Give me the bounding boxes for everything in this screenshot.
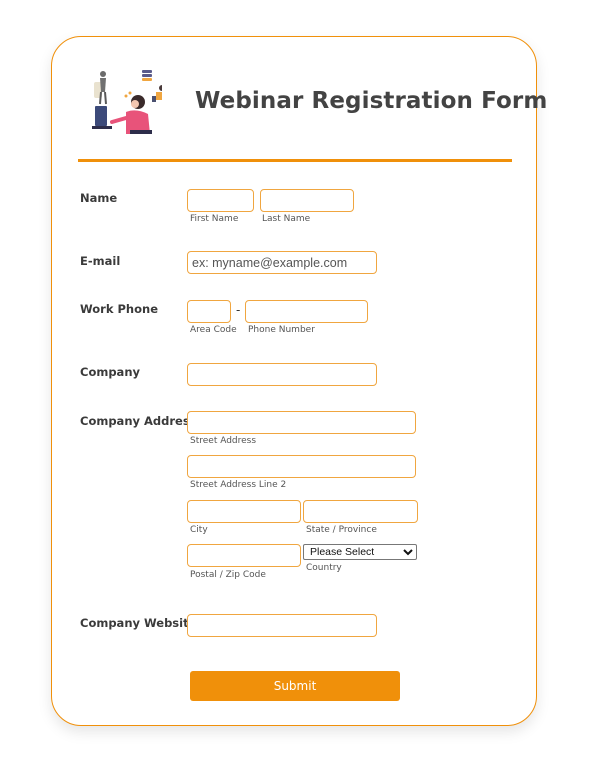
phone-number-sublabel: Phone Number [248,325,315,335]
email-label: E-mail [80,254,121,268]
phone-number-input[interactable] [245,300,368,323]
name-label: Name [80,191,118,205]
street-address-line2-sublabel: Street Address Line 2 [190,480,287,490]
last-name-input[interactable] [260,189,354,212]
city-sublabel: City [190,525,208,535]
postal-code-input[interactable] [187,544,301,567]
last-name-sublabel: Last Name [262,214,311,224]
company-address-label: Company Address [80,414,197,428]
first-name-sublabel: First Name [190,214,239,224]
first-name-input[interactable] [187,189,254,212]
postal-code-sublabel: Postal / Zip Code [190,570,266,580]
state-province-input[interactable] [303,500,418,523]
header-divider [78,159,512,162]
form-title: Webinar Registration Form [195,88,548,114]
company-website-label: Company Website [80,616,197,630]
street-address-sublabel: Street Address [190,436,257,446]
city-input[interactable] [187,500,301,523]
company-website-input[interactable] [187,614,377,637]
state-province-sublabel: State / Province [306,525,377,535]
area-code-sublabel: Area Code [190,325,237,335]
country-sublabel: Country [306,563,342,573]
area-code-input[interactable] [187,300,231,323]
street-address-line2-input[interactable] [187,455,416,478]
email-input[interactable] [187,251,377,274]
company-input[interactable] [187,363,377,386]
work-phone-label: Work Phone [80,302,159,316]
country-select[interactable]: Please Select [303,544,417,560]
submit-button[interactable]: Submit [190,671,400,701]
phone-separator: - [236,303,241,317]
street-address-input[interactable] [187,411,416,434]
company-label: Company [80,365,140,379]
person-at-computer-illustration [92,70,162,134]
